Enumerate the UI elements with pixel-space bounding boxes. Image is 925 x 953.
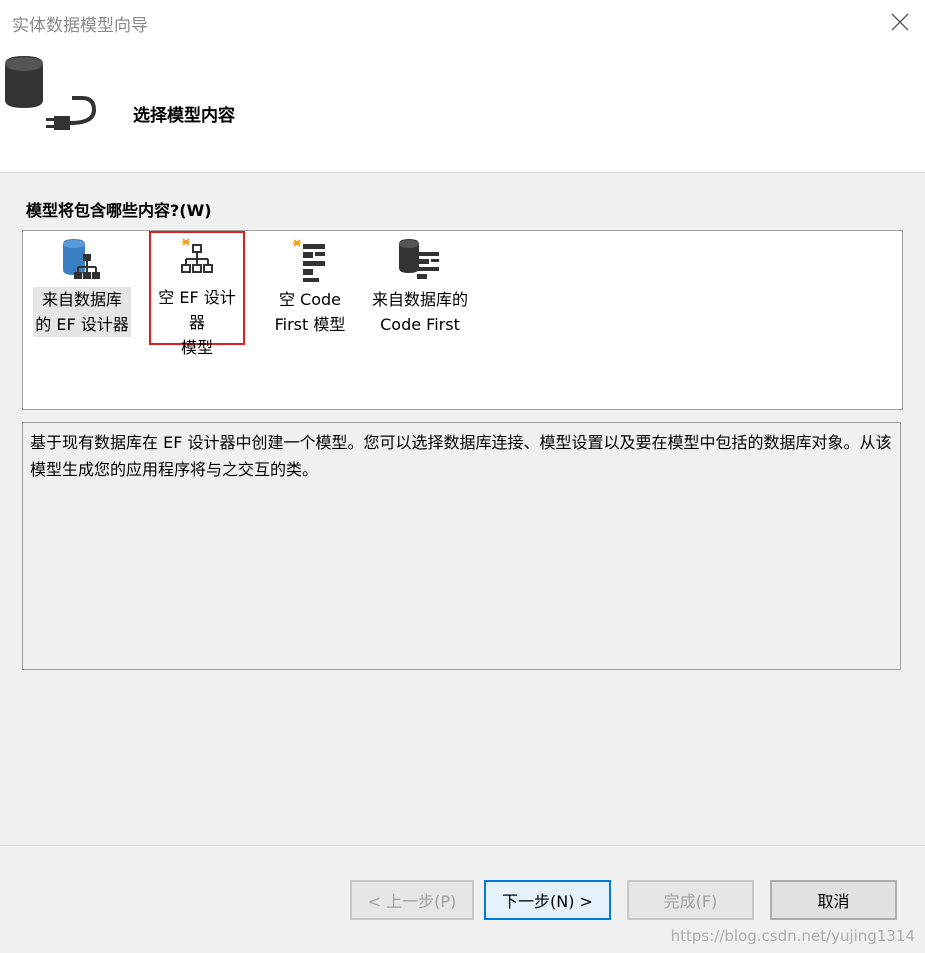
choice-code-first-from-database[interactable]: 来自数据库的 Code First xyxy=(365,233,475,341)
close-button[interactable] xyxy=(875,0,925,44)
choice-label: 空 Code First 模型 xyxy=(274,290,346,334)
close-icon xyxy=(891,13,909,31)
choice-label: 空 EF 设计器 模型 xyxy=(158,288,236,357)
previous-button[interactable]: < 上一步(P) xyxy=(350,880,474,920)
footer-divider xyxy=(0,845,925,846)
window-title: 实体数据模型向导 xyxy=(12,16,148,36)
cancel-button[interactable]: 取消 xyxy=(770,880,897,920)
choice-empty-ef-designer[interactable]: 空 EF 设计器 模型 xyxy=(149,231,245,357)
database-hierarchy-icon xyxy=(63,239,100,279)
model-content-list[interactable]: 来自数据库 的 EF 设计器 空 EF 设计器 模型 空 Code First … xyxy=(22,230,903,410)
choice-label: 来自数据库的 Code First xyxy=(371,290,468,334)
content-question-label: 模型将包含哪些内容?(W) xyxy=(26,201,212,220)
empty-designer-icon xyxy=(181,238,213,273)
database-code-first-icon xyxy=(399,239,439,279)
next-button[interactable]: 下一步(N) > xyxy=(484,880,611,920)
finish-button[interactable]: 完成(F) xyxy=(627,880,754,920)
choice-empty-code-first[interactable]: 空 Code First 模型 xyxy=(255,233,365,341)
database-plug-icon xyxy=(5,56,97,130)
choice-label: 来自数据库 的 EF 设计器 xyxy=(33,287,131,337)
choice-ef-designer-from-database[interactable]: 来自数据库 的 EF 设计器 xyxy=(27,233,137,341)
title-bar: 实体数据模型向导 xyxy=(0,0,925,44)
wizard-header: 选择模型内容 xyxy=(0,44,925,173)
choice-description: 基于现有数据库在 EF 设计器中创建一个模型。您可以选择数据库连接、模型设置以及… xyxy=(22,422,901,670)
empty-code-first-icon xyxy=(293,239,325,282)
page-title: 选择模型内容 xyxy=(133,106,235,126)
watermark-text: https://blog.csdn.net/yujing1314 xyxy=(670,927,915,945)
